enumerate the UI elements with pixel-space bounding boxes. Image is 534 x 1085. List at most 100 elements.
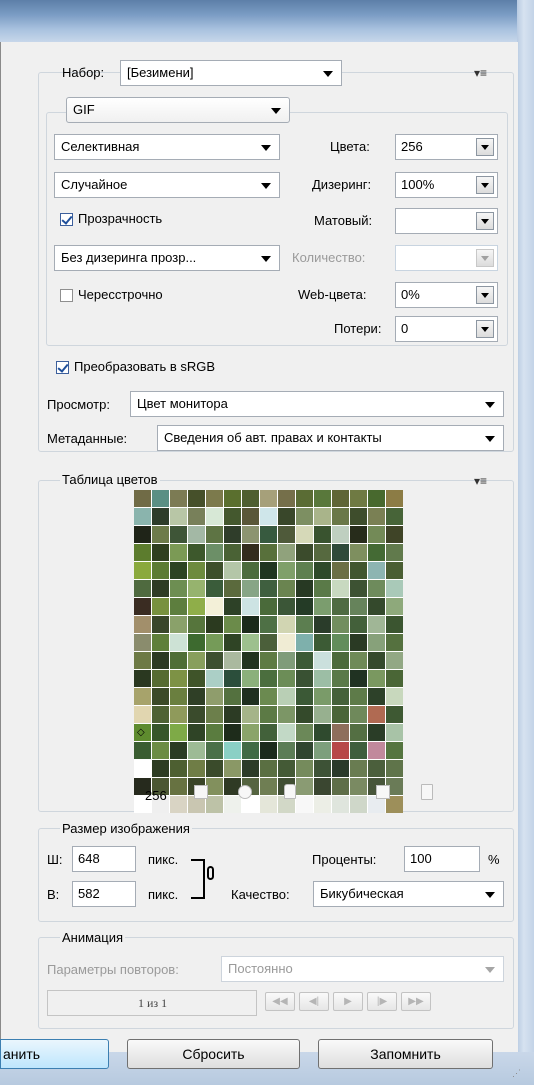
color-swatch[interactable]	[386, 706, 403, 723]
color-swatch[interactable]	[170, 706, 187, 723]
color-swatch[interactable]	[134, 526, 151, 543]
color-swatch[interactable]	[224, 634, 241, 651]
color-swatch[interactable]	[134, 580, 151, 597]
color-swatch[interactable]	[332, 742, 349, 759]
color-swatch[interactable]	[224, 742, 241, 759]
color-swatch[interactable]	[242, 706, 259, 723]
color-swatch[interactable]	[170, 760, 187, 777]
color-swatch[interactable]	[296, 670, 313, 687]
color-swatch[interactable]	[188, 742, 205, 759]
color-swatch[interactable]	[224, 526, 241, 543]
color-swatch[interactable]	[224, 760, 241, 777]
color-swatch[interactable]	[242, 724, 259, 741]
color-swatch[interactable]	[224, 544, 241, 561]
color-swatch[interactable]	[368, 706, 385, 723]
reduction-dropdown[interactable]: Селективная	[54, 134, 280, 160]
color-swatch[interactable]	[350, 598, 367, 615]
color-swatch[interactable]	[278, 742, 295, 759]
color-swatch[interactable]	[296, 580, 313, 597]
color-swatch[interactable]	[278, 724, 295, 741]
color-swatch[interactable]	[332, 580, 349, 597]
color-swatch[interactable]	[314, 598, 331, 615]
color-swatch[interactable]	[386, 652, 403, 669]
first-frame-button[interactable]: ◀◀	[265, 992, 295, 1011]
color-swatch[interactable]	[206, 508, 223, 525]
color-swatch[interactable]	[332, 598, 349, 615]
color-swatch[interactable]	[152, 724, 169, 741]
color-swatch[interactable]	[350, 562, 367, 579]
color-swatch[interactable]	[260, 796, 277, 813]
preview-dropdown[interactable]: Цвет монитора	[130, 391, 504, 417]
color-swatch[interactable]	[386, 724, 403, 741]
color-swatch[interactable]	[368, 670, 385, 687]
color-swatch[interactable]	[134, 562, 151, 579]
color-swatch[interactable]	[332, 526, 349, 543]
color-swatch[interactable]	[368, 742, 385, 759]
matte-combo[interactable]	[395, 208, 498, 234]
color-swatch[interactable]	[224, 616, 241, 633]
color-swatch[interactable]	[152, 742, 169, 759]
color-swatch[interactable]	[260, 634, 277, 651]
color-swatch[interactable]	[368, 508, 385, 525]
color-swatch[interactable]	[314, 760, 331, 777]
color-swatch[interactable]	[242, 580, 259, 597]
color-swatch[interactable]	[224, 724, 241, 741]
color-swatch[interactable]	[188, 616, 205, 633]
color-swatch[interactable]	[278, 580, 295, 597]
color-swatch[interactable]	[134, 616, 151, 633]
lossy-combo[interactable]: 0	[395, 316, 498, 342]
color-swatch[interactable]	[188, 634, 205, 651]
color-swatch[interactable]	[260, 616, 277, 633]
color-swatch[interactable]	[206, 778, 223, 795]
color-swatch[interactable]	[260, 562, 277, 579]
color-swatch[interactable]	[386, 670, 403, 687]
color-swatch[interactable]	[242, 652, 259, 669]
color-swatch[interactable]	[332, 544, 349, 561]
color-swatch[interactable]	[332, 688, 349, 705]
color-swatch[interactable]	[242, 634, 259, 651]
interlaced-checkbox[interactable]	[60, 289, 73, 302]
color-swatch[interactable]	[170, 670, 187, 687]
color-swatch[interactable]	[386, 634, 403, 651]
color-swatch[interactable]	[242, 490, 259, 507]
transparency-checkbox[interactable]	[60, 213, 73, 226]
resize-grip-icon[interactable]: ⋰	[512, 1068, 521, 1079]
color-swatch[interactable]	[386, 742, 403, 759]
color-swatch[interactable]	[134, 688, 151, 705]
color-swatch[interactable]	[242, 526, 259, 543]
color-swatch[interactable]	[314, 652, 331, 669]
color-swatch[interactable]	[134, 634, 151, 651]
color-swatch[interactable]	[224, 508, 241, 525]
percent-input[interactable]: 100	[404, 846, 480, 872]
color-swatch[interactable]	[170, 652, 187, 669]
color-swatch[interactable]	[152, 598, 169, 615]
next-frame-button[interactable]: |▶	[367, 992, 397, 1011]
color-swatch[interactable]	[350, 616, 367, 633]
color-swatch[interactable]	[224, 598, 241, 615]
color-swatch[interactable]	[296, 652, 313, 669]
color-swatch[interactable]	[224, 796, 241, 813]
color-swatch[interactable]	[386, 490, 403, 507]
color-swatch[interactable]	[278, 760, 295, 777]
color-swatch[interactable]	[368, 616, 385, 633]
color-swatch[interactable]	[296, 778, 313, 795]
chevron-down-icon[interactable]	[476, 138, 494, 156]
color-swatch[interactable]	[206, 724, 223, 741]
color-swatch[interactable]	[314, 778, 331, 795]
color-swatch[interactable]	[296, 634, 313, 651]
color-swatch[interactable]	[278, 508, 295, 525]
color-swatch[interactable]	[332, 796, 349, 813]
color-swatch[interactable]	[314, 706, 331, 723]
metadata-dropdown[interactable]: Сведения об авт. правах и контакты	[157, 425, 504, 451]
color-swatch[interactable]	[170, 796, 187, 813]
color-swatch[interactable]	[188, 760, 205, 777]
color-swatch[interactable]	[386, 508, 403, 525]
color-swatch[interactable]	[368, 760, 385, 777]
color-swatch[interactable]	[278, 544, 295, 561]
color-swatch[interactable]	[278, 688, 295, 705]
color-swatch[interactable]	[386, 562, 403, 579]
color-swatch[interactable]	[296, 544, 313, 561]
dither-algorithm-dropdown[interactable]: Случайное	[54, 172, 280, 198]
color-swatch[interactable]	[260, 670, 277, 687]
web-snap-combo[interactable]: 0%	[395, 282, 498, 308]
